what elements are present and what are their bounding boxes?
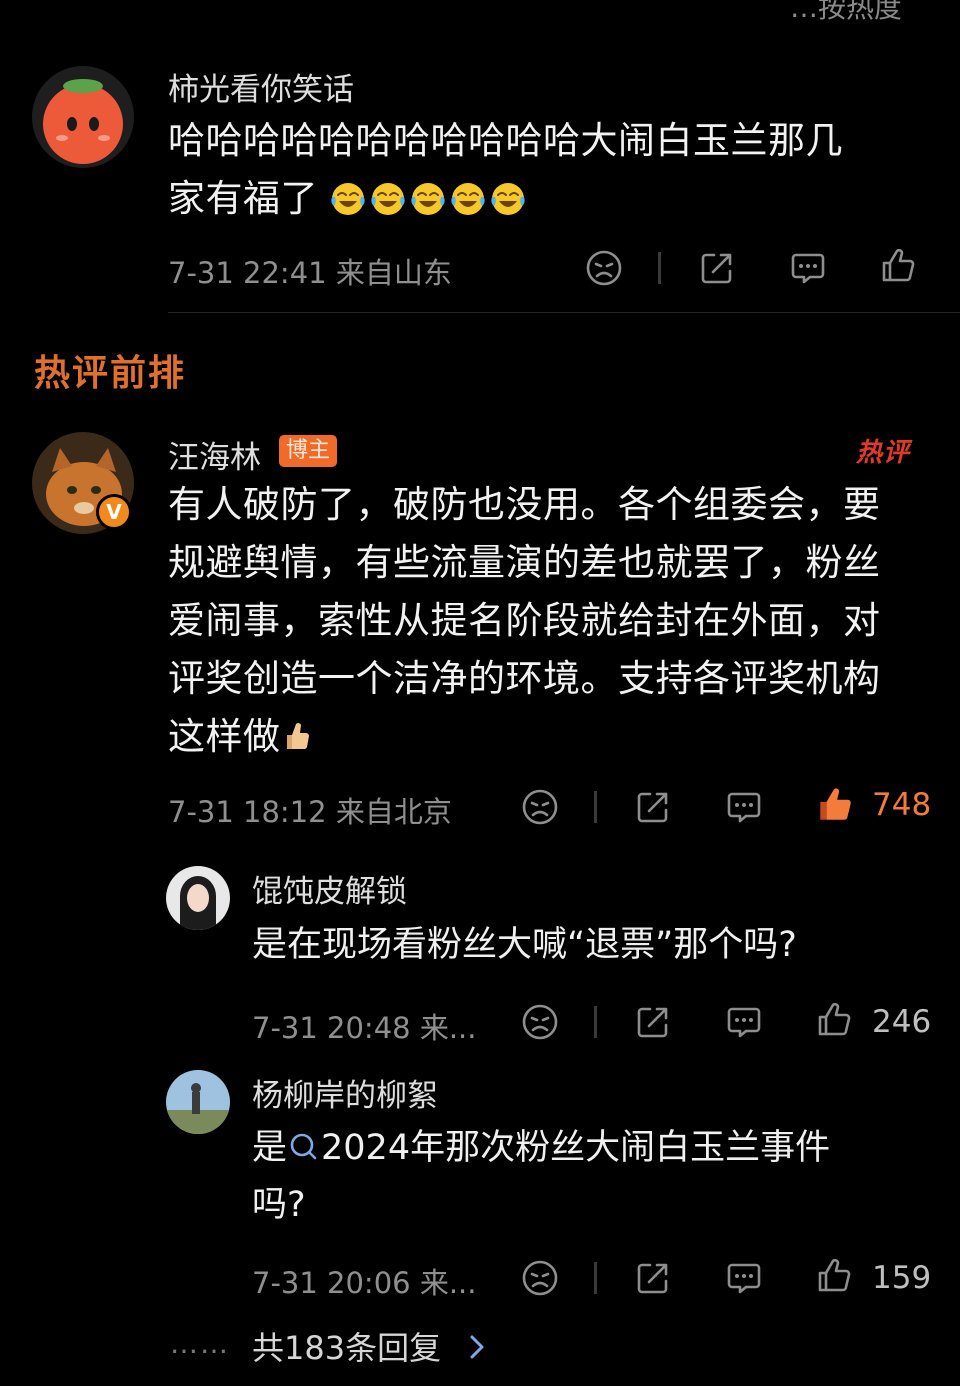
- dislike-icon[interactable]: [520, 787, 560, 827]
- divider: [168, 312, 960, 313]
- topic-link[interactable]: 2024年那次粉丝大闹白玉兰事件: [321, 1128, 830, 1168]
- search-icon[interactable]: [287, 1129, 321, 1163]
- reply-text-fragment: 是: [252, 1128, 288, 1168]
- author-badge: 博主: [279, 435, 338, 467]
- liked-icon[interactable]: [814, 784, 856, 826]
- laughing-crying-emoji-icon: [370, 182, 406, 216]
- more-replies-link[interactable]: 共183条回复: [252, 1323, 441, 1369]
- username[interactable]: 汪海林: [168, 432, 261, 477]
- comment-text-line: 爱闹事，索性从提名阶段就给封在外面，对: [168, 599, 881, 642]
- persimmon-avatar-icon: [43, 79, 123, 164]
- divider-bar: [594, 791, 597, 823]
- reply-meta: 7-31 20:06 来...: [252, 1266, 477, 1300]
- share-icon[interactable]: [633, 1002, 673, 1042]
- section-title: 热评前排: [34, 353, 187, 394]
- verified-badge-icon: V: [96, 494, 132, 530]
- comment-text: 哈哈哈哈哈哈哈哈哈哈哈大闹白玉兰那几 家有福了: [168, 112, 938, 228]
- share-icon[interactable]: [633, 787, 673, 827]
- like-count: 159: [872, 1260, 932, 1296]
- share-icon[interactable]: [633, 1258, 673, 1298]
- laughing-crying-emoji-icon: [330, 182, 366, 216]
- comment-meta: 7-31 22:41 来自山东: [168, 256, 452, 290]
- divider-bar: [658, 252, 661, 284]
- dislike-icon[interactable]: [520, 1258, 560, 1298]
- more-dots: ……: [170, 1327, 230, 1360]
- thumbs-up-emoji-icon: [286, 723, 309, 750]
- comment-text-line: 哈哈哈哈哈哈哈哈哈哈哈大闹白玉兰那几: [168, 119, 843, 162]
- comment-text-line: 评奖创造一个洁净的环境。支持各评奖机构: [168, 657, 881, 700]
- avatar[interactable]: [166, 866, 230, 930]
- like-count: 748: [872, 787, 932, 823]
- reply-text: 是 2024年那次粉丝大闹白玉兰事件 吗?: [252, 1120, 932, 1234]
- comment-icon[interactable]: [724, 1258, 764, 1298]
- laughing-crying-emoji-icon: [450, 182, 486, 216]
- divider-bar: [594, 1006, 597, 1038]
- comment-text-line: 规避舆情，有些流量演的差也就罢了，粉丝: [168, 541, 881, 584]
- dislike-icon[interactable]: [520, 1002, 560, 1042]
- laughing-crying-emoji-icon: [410, 182, 446, 216]
- avatar[interactable]: [32, 66, 134, 168]
- landscape-avatar-icon: [166, 1070, 230, 1134]
- sort-by-hot-label[interactable]: …按热度: [790, 0, 902, 26]
- dislike-icon[interactable]: [584, 248, 624, 288]
- reply-text: 是在现场看粉丝大喊“退票”那个吗?: [252, 925, 797, 965]
- comment-text: 有人破防了，破防也没用。各个组委会，要 规避舆情，有些流量演的差也就罢了，粉丝 …: [168, 476, 938, 766]
- share-icon[interactable]: [697, 248, 737, 288]
- comment-text-fragment: 家有福了: [168, 177, 318, 220]
- reply-text-line: 吗?: [252, 1185, 306, 1225]
- reply-text-line: 是 2024年那次粉丝大闹白玉兰事件: [252, 1120, 932, 1177]
- comment-icon[interactable]: [788, 248, 828, 288]
- comment-meta: 7-31 18:12 来自北京: [168, 795, 452, 829]
- like-count: 246: [872, 1004, 932, 1040]
- comment-text-line: 这样做: [168, 708, 938, 766]
- laughing-crying-emoji-icon: [490, 182, 526, 216]
- like-icon[interactable]: [878, 246, 918, 286]
- divider-bar: [594, 1262, 597, 1294]
- girl-avatar-icon: [166, 866, 230, 930]
- comment-text-fragment: 这样做: [168, 715, 281, 758]
- chevron-right-icon[interactable]: [468, 1333, 486, 1365]
- username[interactable]: 馄饨皮解锁: [252, 866, 407, 911]
- username[interactable]: 杨柳岸的柳絮: [252, 1070, 438, 1115]
- comment-icon[interactable]: [724, 1002, 764, 1042]
- emoji-group: [318, 177, 530, 220]
- comment-icon[interactable]: [724, 787, 764, 827]
- comment-text-line: 家有福了: [168, 170, 938, 228]
- hot-comment-tag: 热评: [856, 438, 911, 468]
- reply-meta: 7-31 20:48 来...: [252, 1011, 477, 1045]
- like-icon[interactable]: [814, 1256, 854, 1296]
- like-icon[interactable]: [814, 1000, 854, 1040]
- comment-text-line: 有人破防了，破防也没用。各个组委会，要: [168, 483, 881, 526]
- avatar[interactable]: [166, 1070, 230, 1134]
- username[interactable]: 柿光看你笑话: [168, 64, 354, 109]
